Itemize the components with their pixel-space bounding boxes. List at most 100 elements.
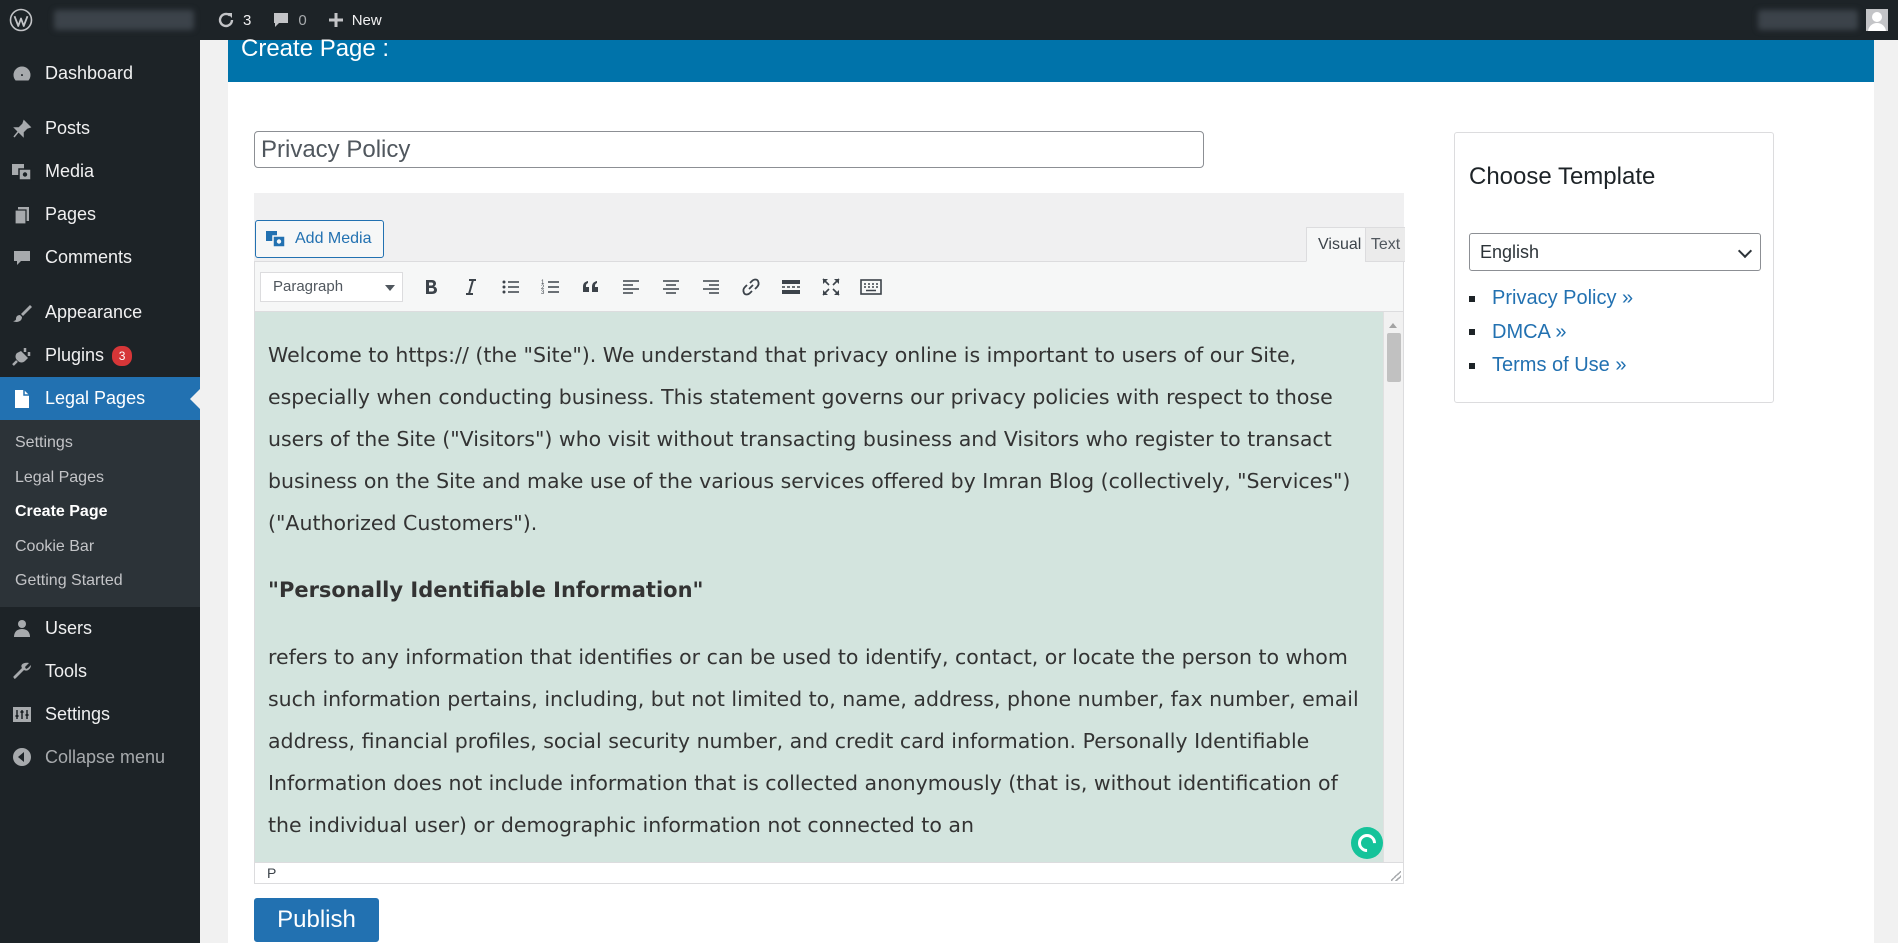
sidebar-item-media[interactable]: Media: [0, 150, 200, 193]
new-label: New: [351, 11, 382, 29]
plugin-icon: [11, 345, 33, 367]
publish-button[interactable]: Publish: [254, 898, 379, 942]
bulleted-list-button[interactable]: [491, 270, 531, 304]
align-center-icon: [663, 279, 679, 294]
content-heading: "Personally Identifiable Information": [268, 578, 704, 602]
numbered-list-button[interactable]: 123: [531, 270, 571, 304]
bold-button[interactable]: [411, 270, 451, 304]
tab-visual[interactable]: Visual: [1306, 227, 1374, 262]
italic-button[interactable]: [451, 270, 491, 304]
resize-handle-icon[interactable]: [1391, 871, 1401, 881]
template-link-privacy-policy[interactable]: Privacy Policy »: [1492, 287, 1633, 310]
comment-bubble-icon: [274, 13, 289, 27]
sidebar-item-label: Media: [45, 161, 95, 181]
submenu-item-legal-pages[interactable]: Legal Pages: [0, 461, 200, 496]
keyboard-icon: [860, 278, 882, 295]
wrench-icon: [11, 660, 33, 682]
avatar: [1866, 9, 1888, 31]
italic-icon: [466, 278, 476, 295]
list-item: Privacy Policy »: [1469, 282, 1633, 316]
new-content-link[interactable]: New: [317, 0, 392, 40]
element-path[interactable]: P: [267, 865, 276, 881]
sidebar-item-label: Plugins: [45, 345, 105, 365]
scroll-up-arrow-icon[interactable]: [1389, 319, 1397, 328]
sidebar-item-label: Posts: [45, 118, 91, 138]
refresh-icon: [218, 12, 234, 28]
fullscreen-button[interactable]: [811, 270, 851, 304]
pin-icon: [11, 118, 33, 140]
grammarly-icon[interactable]: [1351, 827, 1383, 859]
submenu-item-cookie-bar[interactable]: Cookie Bar: [0, 530, 200, 565]
quote-icon: [583, 280, 598, 292]
sidebar-item-users[interactable]: Users: [0, 607, 200, 650]
content-paragraph: Welcome to https:// (the "Site"). We und…: [268, 343, 1351, 535]
template-box-title: Choose Template: [1469, 163, 1656, 190]
plus-icon: [328, 13, 343, 27]
bulleted-list-icon: [502, 280, 519, 293]
content-paragraph: refers to any information that identifie…: [268, 645, 1359, 837]
sidebar-item-pages[interactable]: Pages: [0, 193, 200, 236]
language-select[interactable]: English: [1469, 233, 1761, 271]
sidebar-item-comments[interactable]: Comments: [0, 236, 200, 279]
template-link-terms-of-use[interactable]: Terms of Use »: [1492, 354, 1626, 377]
align-left-button[interactable]: [611, 270, 651, 304]
add-media-button[interactable]: Add Media: [255, 220, 384, 258]
sidebar-item-label: Appearance: [45, 302, 143, 322]
page-title: Create Page :: [241, 35, 390, 62]
sidebar-item-label: Users: [45, 617, 93, 638]
tab-text[interactable]: Text: [1365, 227, 1405, 262]
blockquote-button[interactable]: [571, 270, 611, 304]
updates-count: 3: [243, 11, 252, 29]
editor: Add Media Visual Text Paragraph 123 Welc…: [254, 193, 1405, 884]
editor-content: Welcome to https:// (the "Site"). We und…: [255, 312, 1383, 862]
align-right-button[interactable]: [691, 270, 731, 304]
sidebar-item-label: Legal Pages: [45, 388, 146, 408]
add-media-label: Add Media: [295, 230, 372, 247]
comments-link[interactable]: 0: [261, 0, 316, 40]
sidebar-item-label: Comments: [45, 247, 133, 267]
editor-scrollbar[interactable]: [1383, 312, 1403, 862]
site-name-link[interactable]: [42, 0, 206, 40]
admin-bar: 3 0 New: [0, 0, 1898, 40]
language-select-value: English: [1480, 241, 1540, 262]
list-item: Terms of Use »: [1469, 349, 1633, 383]
insert-link-button[interactable]: [731, 270, 771, 304]
submenu-item-settings[interactable]: Settings: [0, 426, 200, 461]
format-select[interactable]: Paragraph: [260, 271, 403, 302]
format-select-value: Paragraph: [273, 278, 344, 295]
legal-pages-submenu: Settings Legal Pages Create Page Cookie …: [0, 420, 200, 607]
read-more-button[interactable]: [771, 270, 811, 304]
collapse-arrow-icon: [11, 746, 33, 768]
wordpress-logo-icon[interactable]: [0, 0, 42, 40]
user-account-link[interactable]: [1758, 9, 1898, 31]
editor-status-bar: P: [254, 862, 1404, 884]
editor-tools: Add Media Visual Text: [254, 193, 1405, 262]
page-header-bar: Create Page :: [228, 35, 1874, 82]
toolbar-toggle-button[interactable]: [851, 270, 891, 304]
sidebar-item-label: Tools: [45, 660, 88, 681]
sidebar-item-appearance[interactable]: Appearance: [0, 291, 200, 334]
submenu-item-getting-started[interactable]: Getting Started: [0, 564, 200, 599]
sidebar-item-legal-pages[interactable]: Legal Pages: [0, 377, 200, 420]
sidebar-item-tools[interactable]: Tools: [0, 650, 200, 693]
editor-content-area[interactable]: Welcome to https:// (the "Site"). We und…: [254, 312, 1404, 862]
updates-link[interactable]: 3: [206, 0, 261, 40]
svg-text:3: 3: [541, 290, 545, 296]
sidebar-item-posts[interactable]: Posts: [0, 107, 200, 150]
align-center-button[interactable]: [651, 270, 691, 304]
admin-sidebar: Dashboard Posts Media Pages Comments App…: [0, 40, 200, 943]
collapse-menu-button[interactable]: Collapse menu: [0, 736, 200, 779]
choose-template-box: Choose Template English Privacy Policy »…: [1454, 132, 1774, 403]
media-icon: [265, 228, 287, 250]
sidebar-item-dashboard[interactable]: Dashboard: [0, 52, 200, 95]
page-title-input[interactable]: [254, 131, 1204, 168]
sliders-icon: [11, 703, 33, 725]
dashboard-icon: [11, 63, 33, 85]
pages-icon: [11, 204, 33, 226]
scrollbar-thumb[interactable]: [1387, 333, 1401, 382]
submenu-item-create-page[interactable]: Create Page: [0, 495, 200, 530]
sidebar-item-settings[interactable]: Settings: [0, 693, 200, 736]
editor-toolbar: Paragraph 123: [254, 261, 1404, 312]
sidebar-item-plugins[interactable]: Plugins 3: [0, 334, 200, 377]
template-link-dmca[interactable]: DMCA »: [1492, 321, 1566, 344]
